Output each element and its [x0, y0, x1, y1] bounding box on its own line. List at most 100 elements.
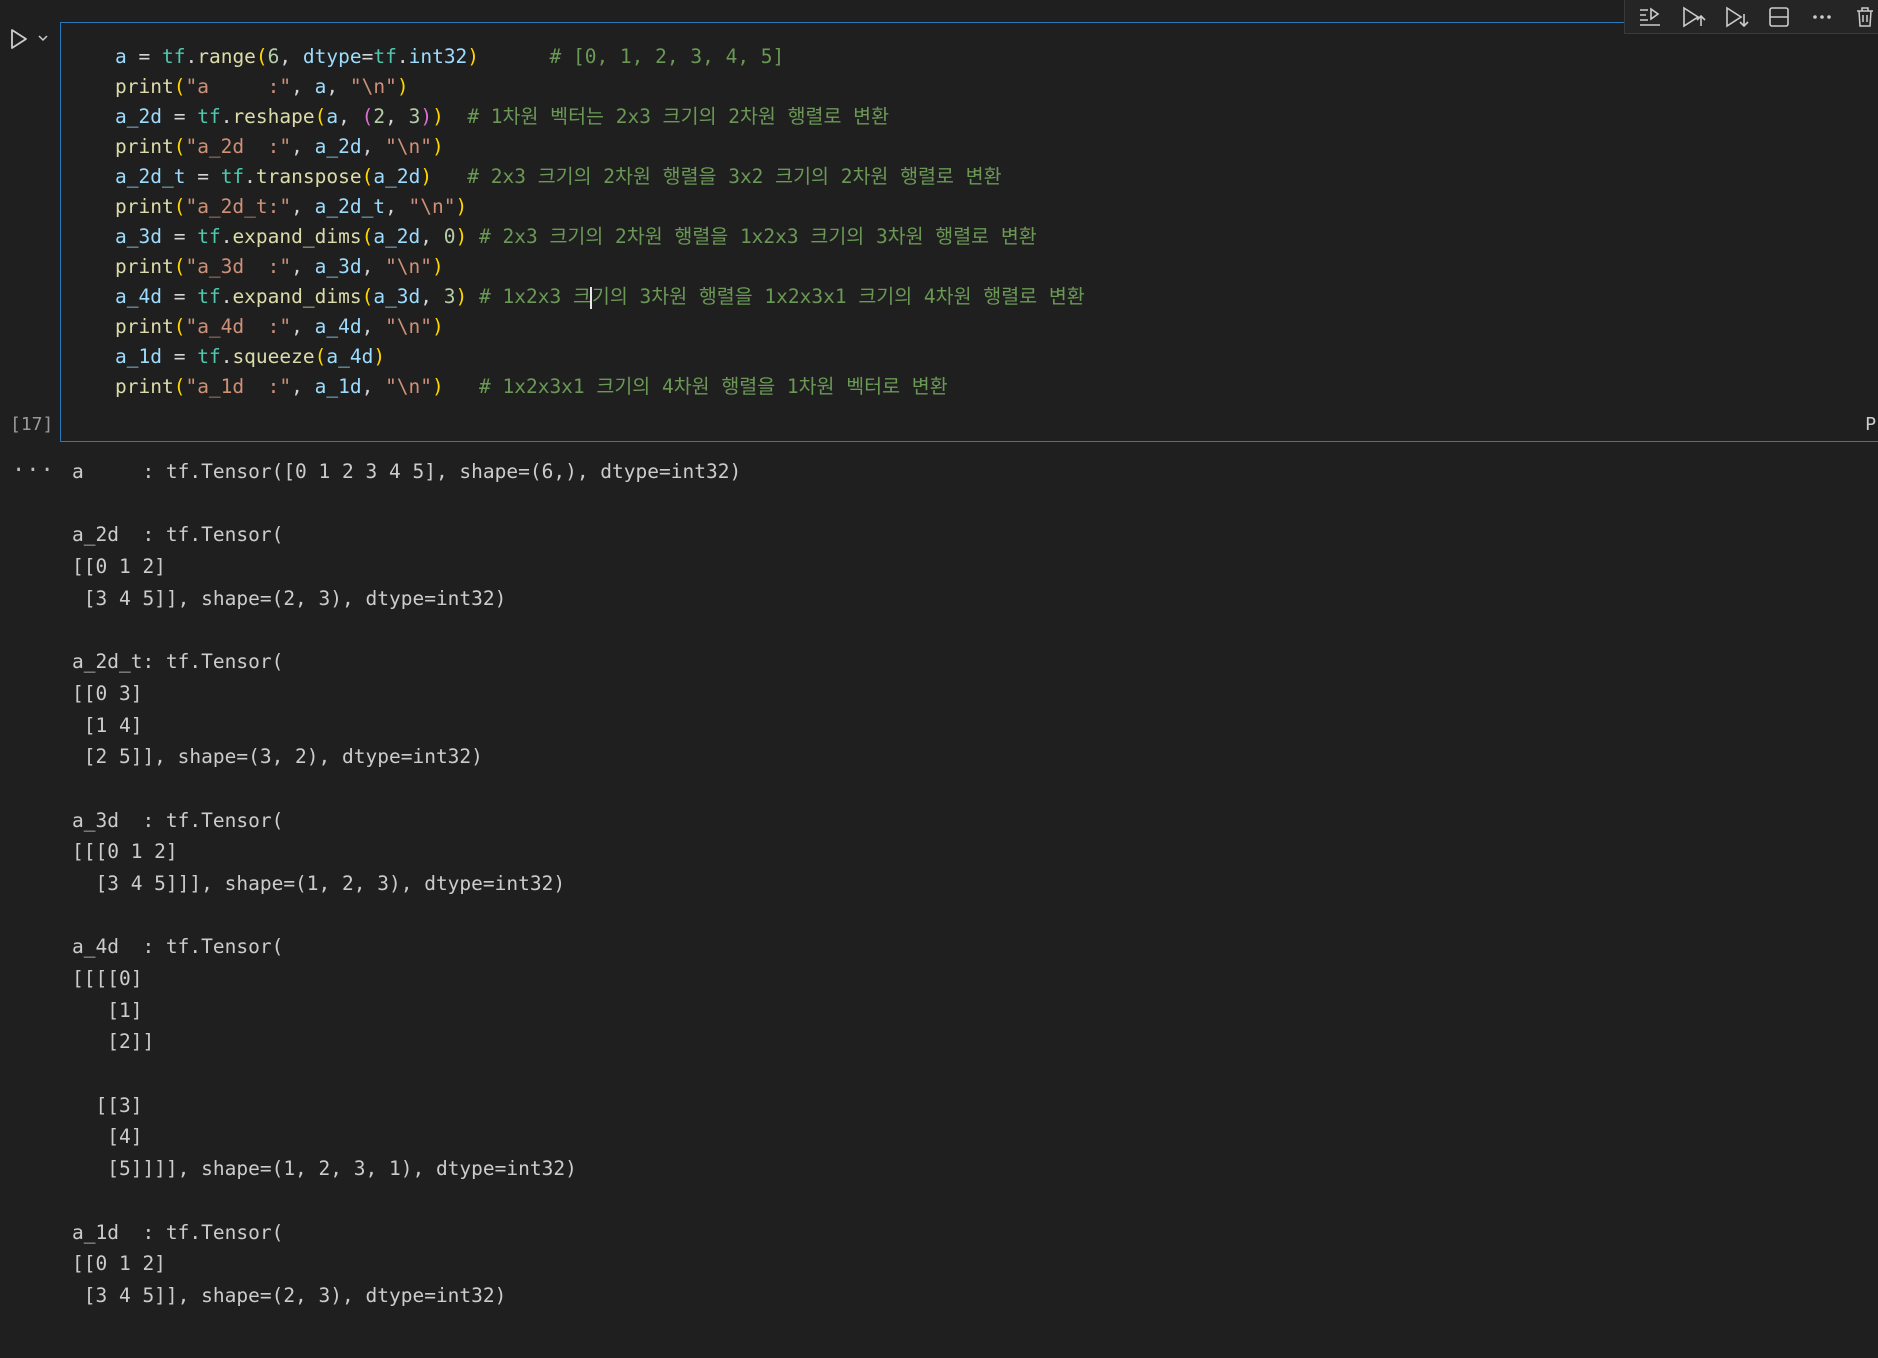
output-line: [2]] [72, 1030, 155, 1054]
code-token: tf [197, 285, 221, 308]
output-line: [3 4 5]], shape=(2, 3), dtype=int32) [72, 586, 507, 610]
code-token: ( [361, 225, 374, 248]
code-token: "\n" [385, 135, 433, 158]
code-token: = [161, 105, 198, 128]
run-below-icon [1726, 6, 1749, 27]
code-line[interactable]: print("a_2d_t:", a_2d_t, "\n") [115, 192, 1085, 222]
code-token: # 1x2x3x1 크기의 4차원 행렬을 1차원 벡터로 변환 [443, 375, 948, 398]
output-line: a_1d : tf.Tensor( [72, 1220, 284, 1244]
code-token: ) [455, 225, 468, 248]
code-token: , [291, 75, 315, 98]
execute-above-button[interactable] [1637, 4, 1664, 30]
code-token: ( [173, 255, 186, 278]
run-below-button[interactable] [1723, 4, 1750, 30]
code-token: print [115, 375, 174, 398]
code-token: ) [373, 345, 386, 368]
code-token: a_4d [314, 315, 362, 338]
code-token: ( [173, 375, 186, 398]
output-line: [[[0 1 2] [72, 840, 178, 864]
code-token: ( [361, 165, 374, 188]
code-token: a_3d [314, 255, 362, 278]
code-token: "\n" [385, 255, 433, 278]
code-line[interactable]: a_4d = tf.expand_dims(a_3d, 3) # 1x2x3 크… [115, 282, 1085, 312]
code-token: . [244, 165, 256, 188]
code-token: , [420, 285, 444, 308]
code-line[interactable]: print("a_2d :", a_2d, "\n") [115, 132, 1085, 162]
cell-output: a : tf.Tensor([0 1 2 3 4 5], shape=(6,),… [72, 456, 741, 1312]
cell-language-label[interactable]: P [1865, 414, 1876, 435]
run-options-dropdown[interactable] [36, 30, 50, 44]
code-token: . [220, 285, 233, 308]
code-token: # 2x3 크기의 2차원 행렬을 3x2 크기의 2차원 행렬로 변환 [432, 165, 1002, 188]
code-line[interactable]: print("a :", a, "\n") [115, 72, 1085, 102]
code-token: , [338, 105, 362, 128]
code-token: print [115, 255, 174, 278]
code-token: = [126, 45, 162, 68]
split-cell-button[interactable] [1765, 4, 1792, 30]
output-line: a_2d : tf.Tensor( [72, 523, 284, 547]
code-line[interactable]: a_3d = tf.expand_dims(a_2d, 0) # 2x3 크기의… [115, 222, 1085, 252]
code-token: "\n" [349, 75, 397, 98]
code-token: a_3d [115, 225, 162, 248]
code-cell-editor[interactable]: a = tf.range(6, dtype=tf.int32) # [0, 1,… [60, 22, 1878, 442]
delete-cell-button[interactable] [1851, 4, 1878, 30]
execute-above-icon [1640, 6, 1661, 26]
code-token: # 1x2x3 크 [467, 285, 591, 308]
code-token: , [291, 315, 315, 338]
code-token: a_2d [373, 225, 421, 248]
code-token: = [161, 225, 198, 248]
code-token: ( [173, 315, 186, 338]
code-token: ) [455, 195, 468, 218]
code-token: , [361, 375, 386, 398]
code-token: a_2d [115, 105, 162, 128]
play-icon [11, 29, 27, 49]
output-line: [[[[0] [72, 967, 143, 990]
code-line[interactable]: print("a_3d :", a_3d, "\n") [115, 252, 1085, 282]
output-actions-button[interactable]: ··· [12, 458, 55, 483]
code-token: 3 [408, 105, 421, 128]
code-token: , [326, 75, 350, 98]
code-token: a_2d [373, 165, 421, 188]
more-actions-button[interactable] [1808, 4, 1835, 30]
output-line: a_3d : tf.Tensor( [72, 808, 284, 832]
code-token: print [115, 315, 174, 338]
code-token: , [385, 195, 409, 218]
code-line[interactable]: a_1d = tf.squeeze(a_4d) [115, 342, 1085, 372]
chevron-down-icon [38, 35, 48, 42]
code-block[interactable]: a = tf.range(6, dtype=tf.int32) # [0, 1,… [115, 42, 1085, 402]
code-token: . [220, 345, 233, 368]
code-token: range [197, 45, 256, 68]
code-token: tf [161, 45, 186, 68]
output-line: [[0 1 2] [72, 555, 166, 579]
code-token: 6 [267, 45, 280, 68]
code-token: a_4d [326, 345, 374, 368]
output-line: a_2d_t: tf.Tensor( [72, 650, 284, 674]
code-line[interactable]: print("a_1d :", a_1d, "\n") # 1x2x3x1 크기… [115, 372, 1085, 402]
code-token: ) [432, 255, 444, 278]
code-line[interactable]: a_2d = tf.reshape(a, (2, 3)) # 1차원 벡터는 2… [115, 102, 1085, 132]
run-above-button[interactable] [1680, 4, 1707, 30]
output-line: [[0 1 2] [72, 1252, 166, 1276]
code-token: , [420, 225, 444, 248]
code-token: "a_1d :" [185, 375, 292, 398]
code-token: print [115, 75, 174, 98]
code-token: ) [432, 105, 444, 128]
code-token: "a_2d :" [185, 135, 292, 158]
code-token: a [115, 45, 127, 68]
code-token: expand_dims [232, 225, 362, 248]
code-token: a_3d [373, 285, 421, 308]
code-token: tf [197, 105, 221, 128]
code-line[interactable]: a = tf.range(6, dtype=tf.int32) # [0, 1,… [115, 42, 1085, 72]
code-token: ) [396, 75, 409, 98]
code-token: , [291, 375, 315, 398]
code-token: ( [314, 105, 327, 128]
code-token: print [115, 195, 174, 218]
code-line[interactable]: print("a_4d :", a_4d, "\n") [115, 312, 1085, 342]
code-line[interactable]: a_2d_t = tf.transpose(a_2d) # 2x3 크기의 2차… [115, 162, 1085, 192]
run-cell-button[interactable] [6, 26, 32, 52]
code-token: , [361, 255, 386, 278]
code-token: a [326, 105, 339, 128]
code-token: a_2d_t [314, 195, 386, 218]
